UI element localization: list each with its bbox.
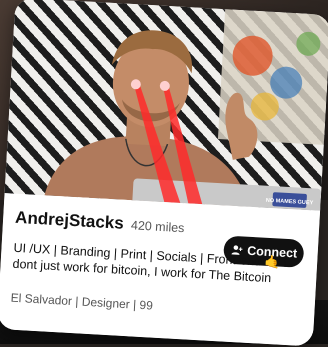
profile-meta: El Salvador | Designer | 99: [10, 290, 154, 313]
profile-photo: NO MAMES GUEY: [4, 0, 328, 211]
profile-info: AndrejStacks 420 miles Connect UI /UX | …: [0, 193, 321, 347]
photo-illustration: NO MAMES GUEY: [44, 9, 328, 211]
username: AndrejStacks: [14, 207, 125, 233]
distance-label: 420 miles: [130, 218, 185, 236]
profile-card[interactable]: NO MAMES GUEY AndrejStacks 420 miles Con…: [0, 0, 328, 347]
